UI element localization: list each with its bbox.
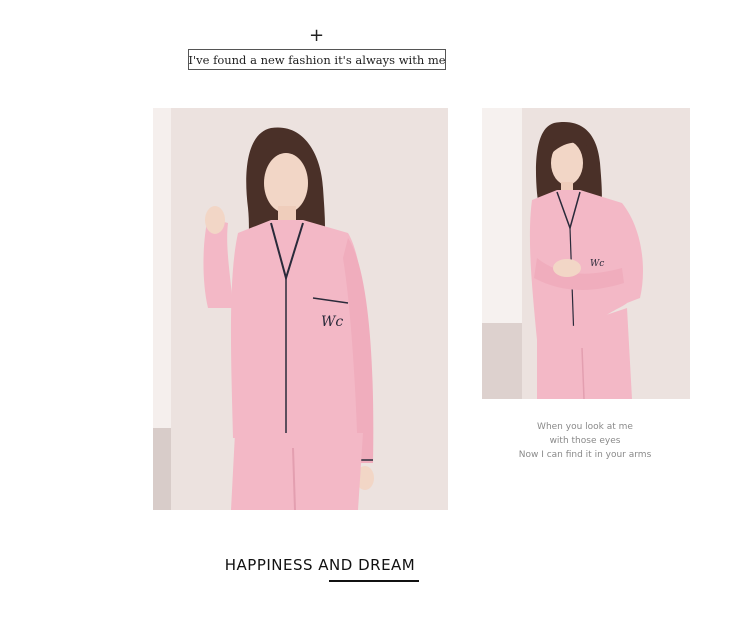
caption: When you look at me with those eyes Now … xyxy=(500,420,670,462)
pajama-pants xyxy=(231,433,363,510)
main-photo: Wc xyxy=(153,108,448,510)
face xyxy=(264,153,308,213)
main-photo-illustration: Wc xyxy=(153,108,448,510)
side-photo: Wc xyxy=(482,108,690,399)
headline-underline xyxy=(329,580,419,582)
side-photo-illustration: Wc xyxy=(482,108,690,399)
tagline-text: I've found a new fashion it's always wit… xyxy=(188,52,446,67)
caption-line: When you look at me xyxy=(537,422,633,432)
baseboard xyxy=(153,428,171,510)
pocket-monogram: Wc xyxy=(590,259,604,269)
pocket-monogram: Wc xyxy=(321,314,343,330)
window-ledge xyxy=(482,323,522,399)
headline: HAPPINESS AND DREAM xyxy=(200,556,440,582)
plus-icon: + xyxy=(309,25,325,46)
hands xyxy=(553,259,581,277)
raised-hand xyxy=(205,206,225,234)
headline-text: HAPPINESS AND DREAM xyxy=(224,556,416,574)
tagline-box: I've found a new fashion it's always wit… xyxy=(188,49,446,70)
caption-line: with those eyes xyxy=(549,436,621,446)
caption-line: Now I can find it in your arms xyxy=(518,450,652,460)
window-light xyxy=(482,108,522,323)
